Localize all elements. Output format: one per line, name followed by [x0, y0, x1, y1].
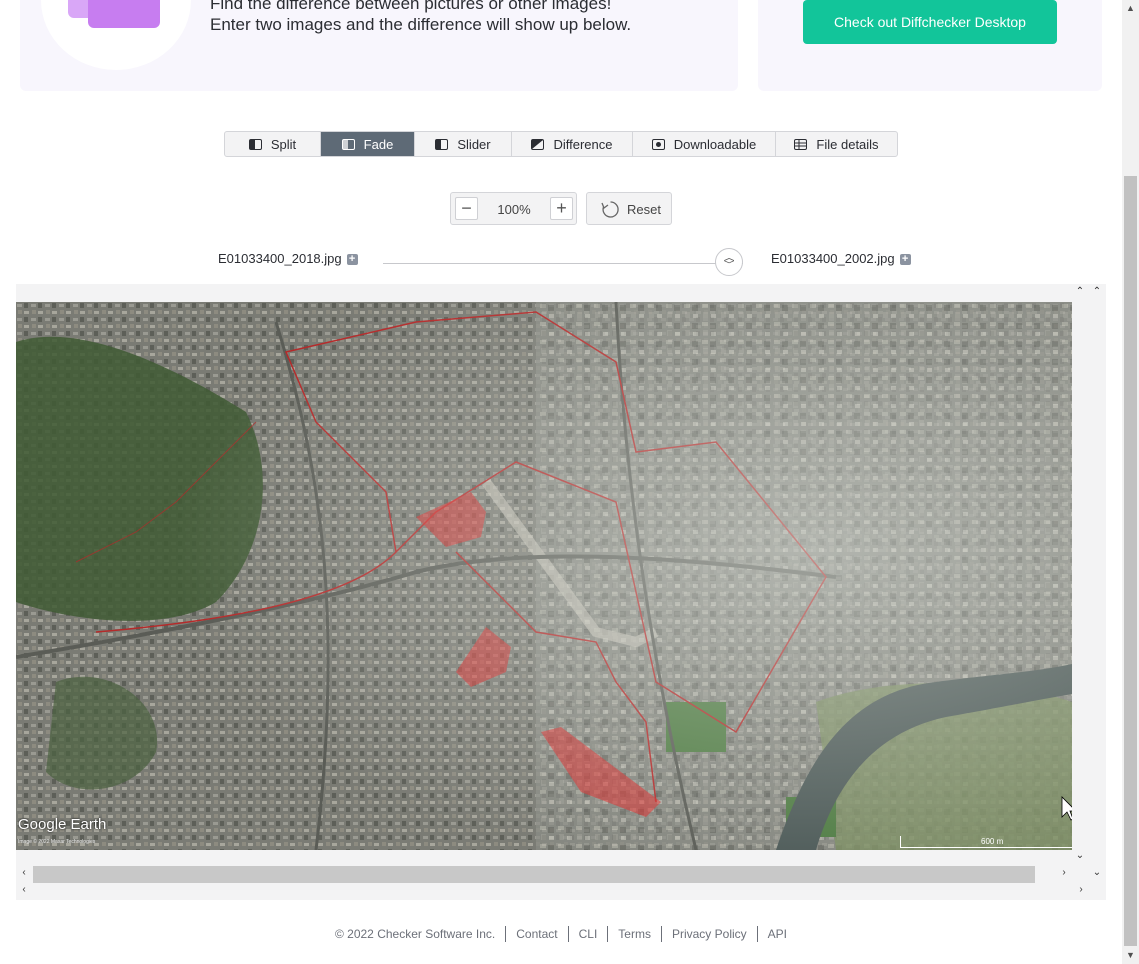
footer-link-contact[interactable]: Contact [505, 926, 567, 942]
scroll-down-icon[interactable]: ⌄ [1091, 867, 1103, 878]
scroll-up-icon[interactable]: ⌃ [1074, 286, 1086, 297]
left-file-label: E01033400_2018.jpg [218, 251, 342, 266]
file-details-icon [794, 138, 808, 150]
hero-text-line1: Find the difference between pictures or … [210, 0, 612, 13]
left-file-name: E01033400_2018.jpg + [218, 251, 358, 266]
zoom-in-button[interactable]: + [550, 197, 573, 220]
footer-copyright: © 2022 Checker Software Inc. [334, 927, 496, 941]
right-file-label: E01033400_2002.jpg [771, 251, 895, 266]
google-earth-watermark: Google Earth [18, 816, 107, 833]
scroll-right-icon[interactable]: › [1075, 884, 1087, 895]
zoom-out-button[interactable]: − [455, 197, 478, 220]
scroll-left-icon[interactable]: ‹ [18, 884, 30, 895]
scroll-down-icon[interactable]: ▼ [1122, 947, 1139, 964]
aerial-map-image [16, 302, 1072, 850]
tab-label: File details [816, 136, 879, 152]
footer: © 2022 Checker Software Inc. Contact CLI… [0, 926, 1122, 942]
tab-label: Difference [553, 136, 613, 152]
zoom-control: − 100% + [450, 192, 577, 225]
page-scrollbar-thumb[interactable] [1124, 176, 1137, 946]
desktop-promo-button[interactable]: Check out Diffchecker Desktop [803, 0, 1057, 44]
reset-label: Reset [627, 202, 661, 217]
download-icon [651, 138, 665, 150]
footer-link-api[interactable]: API [756, 926, 797, 942]
tab-label: Split [270, 136, 297, 152]
image-compare-icon [68, 0, 160, 28]
scroll-right-icon[interactable]: › [1058, 867, 1070, 878]
reset-icon [601, 201, 619, 218]
tab-label: Fade [363, 136, 394, 152]
scroll-down-icon[interactable]: ⌄ [1074, 850, 1086, 861]
desktop-promo: Check out Diffchecker Desktop [758, 0, 1102, 91]
fade-comparison-image: Google Earth Image © 2022 Maxar Technolo… [16, 302, 1072, 850]
tab-difference[interactable]: Difference [512, 132, 633, 156]
tab-label: Downloadable [673, 136, 757, 152]
tab-downloadable[interactable]: Downloadable [633, 132, 776, 156]
difference-icon [531, 138, 545, 150]
fade-slider-track[interactable] [383, 263, 743, 264]
image-credit: Image © 2022 Maxar Technologies [18, 839, 96, 845]
tab-file-details[interactable]: File details [776, 132, 897, 156]
scroll-up-icon[interactable]: ⌃ [1091, 286, 1103, 297]
tab-fade[interactable]: Fade [321, 132, 415, 156]
tab-slider[interactable]: Slider [415, 132, 512, 156]
hero-text-line2: Enter two images and the difference will… [210, 15, 632, 34]
change-right-file-icon[interactable]: + [899, 254, 911, 265]
fade-icon [341, 138, 355, 150]
scale-label: 600 m [981, 837, 1004, 846]
map-scale-bar: 600 m [900, 836, 1072, 848]
hero-banner: Find the difference between pictures or … [20, 0, 738, 91]
zoom-level: 100% [497, 202, 531, 217]
tab-label: Slider [457, 136, 491, 152]
image-viewer[interactable]: ⌃ ⌃ Google Earth Image © 2022 Maxar Tech… [16, 284, 1106, 900]
footer-link-cli[interactable]: CLI [567, 926, 608, 942]
reset-button[interactable]: Reset [586, 192, 672, 225]
tab-split[interactable]: Split [225, 132, 321, 156]
slider-icon [435, 138, 449, 150]
scroll-left-icon[interactable]: ‹ [18, 867, 30, 878]
scroll-up-icon[interactable]: ▲ [1122, 0, 1139, 17]
fade-slider-handle[interactable]: <> [714, 248, 743, 276]
horizontal-scrollbar-thumb[interactable] [33, 866, 1035, 883]
footer-link-privacy-policy[interactable]: Privacy Policy [660, 926, 757, 942]
view-mode-tabs: Split Fade Slider Difference Downloadabl… [224, 131, 898, 157]
footer-link-terms[interactable]: Terms [607, 926, 661, 942]
change-left-file-icon[interactable]: + [346, 254, 358, 265]
page-scrollbar[interactable]: ▲ ▼ [1122, 0, 1139, 964]
split-icon [248, 138, 262, 150]
right-file-name: E01033400_2002.jpg + [771, 251, 911, 266]
